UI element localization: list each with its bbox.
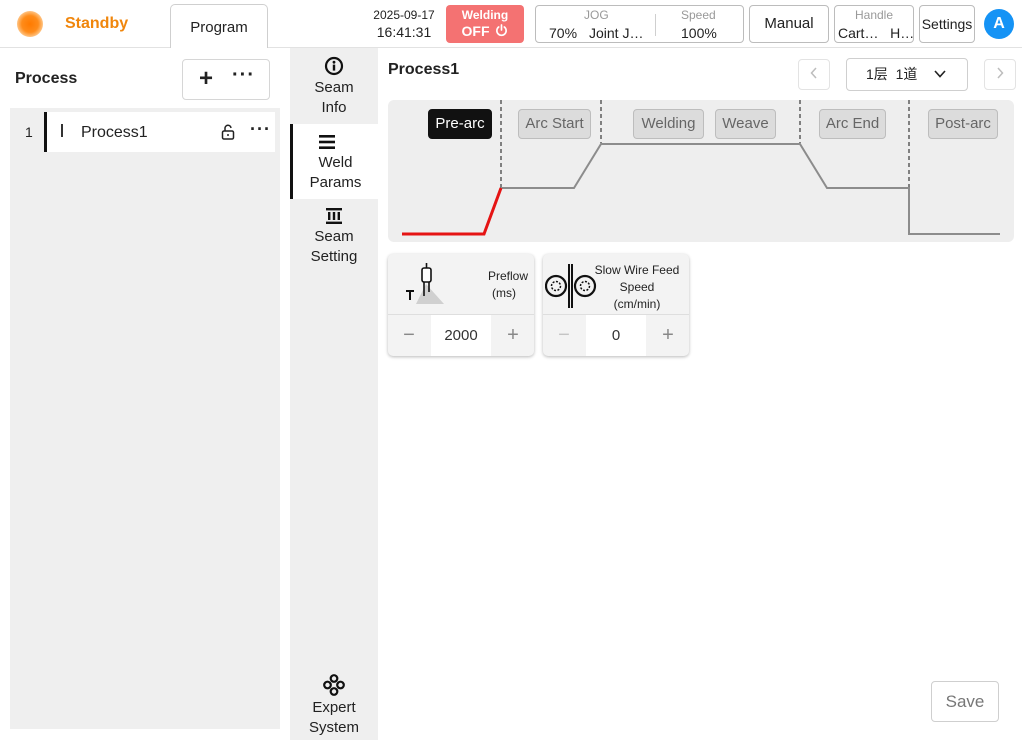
jog-speed-selector[interactable]: JOG 70% Joint J… Speed 100% [535,5,744,43]
info-icon [324,56,344,76]
nav-label: System [308,719,359,736]
handle-value: Cart… H… [838,25,915,41]
waveform-active-segment [402,187,503,236]
nav-seam-setting[interactable]: Seam Setting [290,207,378,275]
param-label: Slow Wire Feed [594,263,680,277]
chevron-left-icon [810,67,817,79]
robot-status: Standby [65,15,129,32]
page-title: Process1 [388,61,460,78]
list-icon [319,135,335,149]
power-icon [496,24,508,37]
speed-label: Speed [681,8,716,22]
previous-layer-button[interactable] [798,59,830,90]
nav-label: Info [321,99,347,116]
divider [655,14,656,36]
waveform-line [501,143,1000,235]
jog-label: JOG [584,8,609,22]
preflow-param-card: Preflow (ms) − 2000 + [388,254,534,356]
nav-expert-system[interactable]: Expert System [290,674,378,740]
tab-program[interactable]: Program [170,4,268,49]
unlock-icon[interactable] [220,124,236,140]
next-layer-button[interactable] [984,59,1016,90]
param-label: Preflow [487,269,528,283]
handle-label: Handle [854,8,894,22]
datetime: 2025-09-17 16:41:31 [368,8,440,40]
time-text: 16:41:31 [376,24,432,40]
nav-seam-info[interactable]: Seam Info [290,56,378,124]
process-list: 1 Process1 ··· [10,108,280,729]
nav-label: Params [309,174,362,191]
decrement-button[interactable]: − [543,315,585,356]
welding-state: OFF [461,23,490,39]
nav-label: Expert [312,699,356,716]
manual-mode-button[interactable]: Manual [749,5,829,43]
stage-post-arc-button[interactable]: Post-arc [928,109,998,139]
process-actions: + ··· [182,59,270,100]
layer-pass-value: 1层 1道 [866,66,918,82]
process-item-more-button[interactable]: ··· [250,119,271,140]
process-panel-title: Process [15,70,78,87]
preflow-stepper: − 2000 + [388,314,534,356]
settings-button[interactable]: Settings [919,5,975,43]
param-unit: (ms) [492,286,516,300]
chevron-down-icon [934,70,946,78]
welding-toggle-button[interactable]: Welding OFF [446,5,524,43]
avatar[interactable]: A [984,9,1014,39]
decrement-button[interactable]: − [388,315,430,356]
welding-label: Welding [461,8,509,22]
stage-pre-arc-button[interactable]: Pre-arc [428,109,492,139]
nav-label: Weld [318,154,353,171]
nav-label: Seam [314,79,354,96]
date-text: 2025-09-17 [373,8,435,22]
top-bar: Standby Program 2025-09-17 16:41:31 Weld… [0,0,1022,49]
seam-setting-icon [326,208,342,224]
slow-wire-feed-stepper: − 0 + [543,314,689,356]
weld-waveform-panel: Pre-arc Arc Start Welding Weave Arc End … [388,100,1014,242]
status-indicator-icon [17,11,43,37]
stage-arc-start-button[interactable]: Arc Start [518,109,591,139]
section-nav: Seam Info Weld Params Seam Setting Exper… [290,48,378,740]
increment-button[interactable]: + [492,315,534,356]
chevron-right-icon [997,67,1004,79]
nav-label: Setting [310,248,358,265]
expert-system-icon [323,674,345,696]
weld-params-content: Process1 1层 1道 Pre-arc Arc Start Welding… [378,48,1022,740]
speed-value: 100% [681,25,717,41]
stage-weave-button[interactable]: Weave [715,109,776,139]
add-process-button[interactable]: + [199,67,213,91]
increment-button[interactable]: + [647,315,689,356]
process-more-button[interactable]: ··· [232,64,255,87]
list-item-index: 1 [25,124,33,140]
layer-pass-select[interactable]: 1层 1道 [846,58,968,91]
slow-wire-feed-param-card: Slow Wire Feed Speed (cm/min) − 0 + [543,254,689,356]
param-unit: (cm/min) [613,297,661,311]
stage-welding-button[interactable]: Welding [633,109,704,139]
jog-percent: 70% [549,25,578,41]
preflow-input[interactable]: 2000 [431,315,491,356]
process-item[interactable]: Process1 ··· [44,112,275,152]
process-panel: Process + ··· 1 Process1 ··· [0,48,290,740]
save-button[interactable]: Save [931,681,999,722]
jog-mode: Joint J… [589,25,644,41]
list-item[interactable]: 1 Process1 ··· [10,112,276,152]
stage-arc-end-button[interactable]: Arc End [819,109,886,139]
slow-wire-feed-input[interactable]: 0 [586,315,646,356]
process-item-label: Process1 [81,124,148,141]
handle-selector[interactable]: Handle Cart… H… [834,5,914,43]
drag-handle-icon[interactable] [61,124,63,137]
nav-label: Seam [314,228,354,245]
nav-weld-params[interactable]: Weld Params [290,124,378,199]
param-label: Speed [619,280,655,294]
